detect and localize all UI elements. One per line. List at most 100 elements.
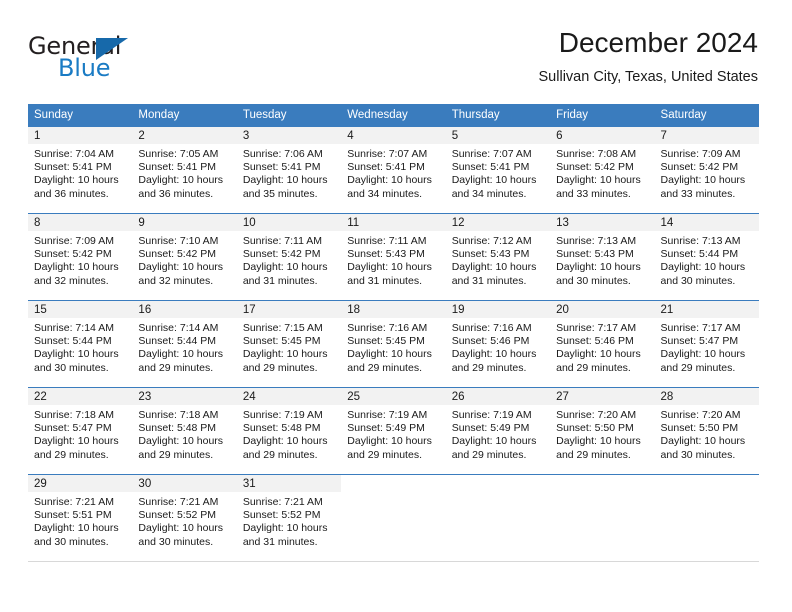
daylight-text-line1: Daylight: 10 hours — [556, 261, 641, 274]
daylight-text-line2: and 30 minutes. — [34, 361, 109, 374]
sunset-text: Sunset: 5:42 PM — [34, 248, 112, 261]
sunrise-text: Sunrise: 7:09 AM — [660, 148, 741, 160]
day-number: 18 — [341, 301, 446, 318]
sunset-text: Sunset: 5:49 PM — [347, 422, 425, 435]
sunrise-text: Sunrise: 7:19 AM — [242, 409, 323, 421]
sunset-text: Sunset: 5:41 PM — [347, 161, 425, 174]
calendar-day-cell[interactable]: 6 Sunrise: 7:08 AM Sunset: 5:42 PM Daylight… — [550, 126, 655, 214]
daylight-text-line2: and 33 minutes. — [660, 187, 736, 200]
calendar-cell-inner: 4 Sunrise: 7:07 AM Sunset: 5:41 PM Daylight… — [341, 127, 446, 213]
daylight-text-line1: Daylight: 10 hours — [660, 348, 746, 361]
calendar-grid: Sunday Monday Tuesday Wednesday Thursday… — [28, 104, 759, 562]
daylight-text-line2: and 29 minutes. — [347, 448, 422, 461]
calendar-day-cell[interactable]: 21 Sunrise: 7:17 AM Sunset: 5:47 PM Dayligh… — [654, 300, 759, 388]
calendar-cell-inner: 25 Sunrise: 7:19 AM Sunset: 5:49 PM Dayligh… — [341, 388, 446, 474]
calendar-cell-inner: 10 Sunrise: 7:11 AM Sunset: 5:42 PM Dayligh… — [236, 214, 342, 300]
calendar-day-cell[interactable]: 17 Sunrise: 7:15 AM Sunset: 5:45 PM Dayligh… — [236, 300, 342, 388]
calendar-day-cell[interactable]: 16 Sunrise: 7:14 AM Sunset: 5:44 PM Dayligh… — [132, 300, 237, 388]
day-number — [341, 475, 446, 492]
calendar-day-cell[interactable]: 3 Sunrise: 7:06 AM Sunset: 5:41 PM Daylight… — [236, 126, 342, 214]
title-block: December 2024 Sullivan City, Texas, Unit… — [539, 26, 758, 88]
day-details: Sunrise: 7:21 AM Sunset: 5:52 PM Daylight:… — [237, 492, 341, 549]
calendar-day-cell[interactable]: 25 Sunrise: 7:19 AM Sunset: 5:49 PM Dayligh… — [341, 387, 446, 475]
daylight-text-line2: and 29 minutes. — [34, 448, 109, 461]
day-number: 21 — [654, 301, 759, 318]
calendar-cell-inner: 28 Sunrise: 7:20 AM Sunset: 5:50 PM Dayligh… — [654, 388, 759, 474]
daylight-text-line2: and 36 minutes. — [138, 187, 214, 200]
sunrise-text: Sunrise: 7:04 AM — [34, 148, 114, 160]
daylight-text-line2: and 29 minutes. — [451, 361, 527, 374]
calendar-cell-inner: 14 Sunrise: 7:13 AM Sunset: 5:44 PM Dayligh… — [654, 214, 759, 300]
daylight-text-line1: Daylight: 10 hours — [347, 348, 432, 361]
calendar-day-cell[interactable]: 11 Sunrise: 7:11 AM Sunset: 5:43 PM Dayligh… — [341, 213, 446, 301]
day-details: Sunrise: 7:21 AM Sunset: 5:52 PM Daylight:… — [132, 492, 236, 549]
calendar-day-cell[interactable]: 29 Sunrise: 7:21 AM Sunset: 5:51 PM Dayligh… — [28, 474, 133, 562]
calendar-day-cell[interactable]: 8 Sunrise: 7:09 AM Sunset: 5:42 PM Daylight… — [28, 213, 133, 301]
weekday-header-tuesday: Tuesday — [236, 104, 342, 127]
calendar-day-cell[interactable]: 10 Sunrise: 7:11 AM Sunset: 5:42 PM Dayligh… — [236, 213, 342, 301]
calendar-cell-inner — [445, 475, 551, 561]
calendar-day-cell[interactable]: 13 Sunrise: 7:13 AM Sunset: 5:43 PM Dayligh… — [550, 213, 655, 301]
calendar-day-cell[interactable]: 7 Sunrise: 7:09 AM Sunset: 5:42 PM Daylight… — [654, 126, 759, 214]
daylight-text-line1: Daylight: 10 hours — [347, 435, 432, 448]
calendar-day-cell[interactable]: 4 Sunrise: 7:07 AM Sunset: 5:41 PM Daylight… — [341, 126, 446, 214]
weekday-header-friday: Friday — [550, 104, 655, 127]
sunset-text: Sunset: 5:45 PM — [347, 335, 425, 348]
calendar-day-cell[interactable]: 26 Sunrise: 7:19 AM Sunset: 5:49 PM Dayligh… — [445, 387, 551, 475]
daylight-text-line2: and 29 minutes. — [242, 361, 318, 374]
sunrise-text: Sunrise: 7:19 AM — [347, 409, 428, 421]
calendar-day-cell[interactable]: 23 Sunrise: 7:18 AM Sunset: 5:48 PM Dayligh… — [132, 387, 237, 475]
calendar-day-cell[interactable]: 9 Sunrise: 7:10 AM Sunset: 5:42 PM Daylight… — [132, 213, 237, 301]
calendar-day-cell[interactable]: 30 Sunrise: 7:21 AM Sunset: 5:52 PM Dayligh… — [132, 474, 237, 562]
sunrise-text: Sunrise: 7:06 AM — [242, 148, 323, 160]
sunrise-text: Sunrise: 7:21 AM — [242, 496, 323, 508]
calendar-day-cell[interactable]: 20 Sunrise: 7:17 AM Sunset: 5:46 PM Dayligh… — [550, 300, 655, 388]
daylight-text-line1: Daylight: 10 hours — [347, 261, 432, 274]
daylight-text-line1: Daylight: 10 hours — [242, 435, 328, 448]
calendar-cell-empty — [445, 474, 551, 562]
daylight-text-line2: and 30 minutes. — [138, 535, 214, 548]
calendar-day-cell[interactable]: 27 Sunrise: 7:20 AM Sunset: 5:50 PM Dayligh… — [550, 387, 655, 475]
calendar-day-cell[interactable]: 15 Sunrise: 7:14 AM Sunset: 5:44 PM Dayligh… — [28, 300, 133, 388]
sunrise-text: Sunrise: 7:17 AM — [660, 322, 741, 334]
calendar-day-cell[interactable]: 28 Sunrise: 7:20 AM Sunset: 5:50 PM Dayligh… — [654, 387, 759, 475]
calendar-day-cell[interactable]: 18 Sunrise: 7:16 AM Sunset: 5:45 PM Dayligh… — [341, 300, 446, 388]
daylight-text-line2: and 29 minutes. — [242, 448, 318, 461]
calendar-week-row: 8 Sunrise: 7:09 AM Sunset: 5:42 PM Daylight… — [28, 213, 759, 301]
day-details: Sunrise: 7:06 AM Sunset: 5:41 PM Daylight:… — [237, 144, 341, 201]
calendar-cell-inner: 3 Sunrise: 7:06 AM Sunset: 5:41 PM Daylight… — [236, 127, 342, 213]
weekday-header-monday: Monday — [132, 104, 237, 127]
day-details: Sunrise: 7:17 AM Sunset: 5:47 PM Daylight:… — [655, 318, 759, 375]
sunrise-text: Sunrise: 7:11 AM — [242, 235, 323, 247]
calendar-day-cell[interactable]: 31 Sunrise: 7:21 AM Sunset: 5:52 PM Dayligh… — [236, 474, 342, 562]
calendar-day-cell[interactable]: 14 Sunrise: 7:13 AM Sunset: 5:44 PM Dayligh… — [654, 213, 759, 301]
calendar-day-cell[interactable]: 1 Sunrise: 7:04 AM Sunset: 5:41 PM Daylight… — [28, 126, 133, 214]
day-number: 24 — [236, 388, 342, 405]
day-details: Sunrise: 7:07 AM Sunset: 5:41 PM Daylight:… — [341, 144, 445, 201]
calendar-page: General Blue December 2024 Sullivan City… — [0, 0, 792, 612]
sunset-text: Sunset: 5:43 PM — [347, 248, 425, 261]
calendar-day-cell[interactable]: 5 Sunrise: 7:07 AM Sunset: 5:41 PM Daylight… — [445, 126, 551, 214]
calendar-day-cell[interactable]: 19 Sunrise: 7:16 AM Sunset: 5:46 PM Dayligh… — [445, 300, 551, 388]
day-details: Sunrise: 7:04 AM Sunset: 5:41 PM Daylight:… — [28, 144, 132, 201]
sunrise-text: Sunrise: 7:19 AM — [451, 409, 532, 421]
day-number: 15 — [28, 301, 133, 318]
daylight-text-line2: and 30 minutes. — [34, 535, 109, 548]
day-details: Sunrise: 7:21 AM Sunset: 5:51 PM Daylight:… — [28, 492, 132, 549]
day-details — [550, 492, 654, 496]
sunrise-text: Sunrise: 7:13 AM — [660, 235, 741, 247]
calendar-day-cell[interactable]: 12 Sunrise: 7:12 AM Sunset: 5:43 PM Dayligh… — [445, 213, 551, 301]
sunrise-text: Sunrise: 7:21 AM — [34, 496, 114, 508]
sunset-text: Sunset: 5:46 PM — [556, 335, 634, 348]
calendar-day-cell[interactable]: 24 Sunrise: 7:19 AM Sunset: 5:48 PM Dayligh… — [236, 387, 342, 475]
daylight-text-line1: Daylight: 10 hours — [138, 435, 224, 448]
daylight-text-line2: and 34 minutes. — [451, 187, 527, 200]
day-details: Sunrise: 7:08 AM Sunset: 5:42 PM Daylight:… — [550, 144, 654, 201]
calendar-cell-inner: 29 Sunrise: 7:21 AM Sunset: 5:51 PM Dayligh… — [28, 475, 133, 561]
daylight-text-line1: Daylight: 10 hours — [451, 348, 537, 361]
day-details: Sunrise: 7:17 AM Sunset: 5:46 PM Daylight:… — [550, 318, 654, 375]
daylight-text-line2: and 31 minutes. — [242, 274, 318, 287]
sunset-text: Sunset: 5:41 PM — [138, 161, 217, 174]
calendar-day-cell[interactable]: 2 Sunrise: 7:05 AM Sunset: 5:41 PM Daylight… — [132, 126, 237, 214]
calendar-day-cell[interactable]: 22 Sunrise: 7:18 AM Sunset: 5:47 PM Dayligh… — [28, 387, 133, 475]
